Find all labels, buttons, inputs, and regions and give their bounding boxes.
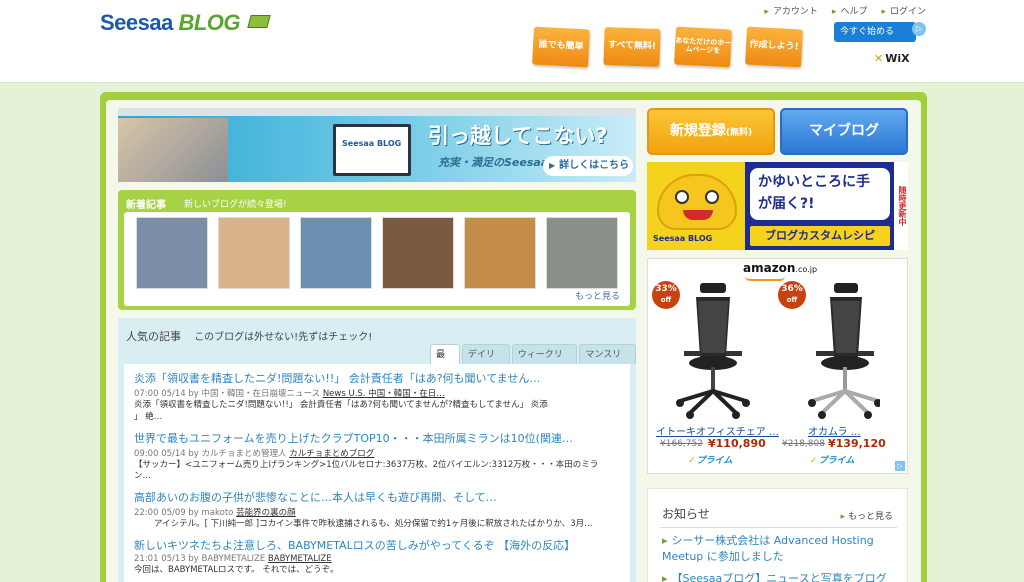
bamboo-thumb[interactable]	[382, 217, 454, 289]
popular-tabs: 最新 デイリー ウィークリー マンスリー	[430, 344, 636, 380]
popular-header: 人気の記事 このブログは外せない!先ずはチェック!	[126, 328, 372, 344]
custom-banner-brand: Seesaa BLOG	[653, 234, 713, 243]
tab-latest[interactable]: 最新	[430, 344, 460, 380]
login-link[interactable]: ログイン	[881, 4, 926, 17]
product-name[interactable]: イトーキオフィスチェア …	[656, 423, 779, 438]
article-excerpt: アイシテル。[ 下川純一郎 ]コカイン事件で昨秋逮捕されるも、処分保留で約1ヶ月…	[154, 519, 593, 530]
amazon-smile-icon	[745, 276, 785, 281]
news-item[interactable]: シーサー株式会社は Advanced Hosting Meetup に参加しまし…	[662, 533, 897, 565]
article-meta: 21:01 05/13 by BABYMETALIZE BABYMETALIZE	[134, 554, 332, 565]
building-thumb[interactable]	[546, 217, 618, 289]
adchoices-icon[interactable]: ▷	[895, 461, 905, 471]
new-articles-box: 新着記事 新しいブログが続々登場! もっと見る	[118, 190, 636, 310]
new-articles-thumbs: もっと見る	[124, 212, 630, 306]
custom-recipe-banner[interactable]: Seesaa BLOG かゆいところに手が届く?! ブログカスタムレシピ 随時更…	[647, 162, 908, 250]
popular-title: 人気の記事	[126, 330, 181, 343]
product-old-price: ¥218,808	[782, 439, 825, 449]
news-item[interactable]: 【Seesaaブログ】ニュースと写真をブログに引	[662, 571, 897, 582]
article-excerpt: 炎添「領収書を精査したニダ!問題ない!!」 会計責任者「はあ?何も聞いてませんが…	[134, 400, 548, 410]
ad-info-icon[interactable]: ▷	[912, 22, 926, 36]
custom-banner-bubble: かゆいところに手が届く?!	[750, 168, 890, 220]
popular-articles-box: 人気の記事 このブログは外せない!先ずはチェック! 最新 デイリー ウィークリー…	[118, 318, 636, 582]
jeans-thumb[interactable]	[136, 217, 208, 289]
news-more-link[interactable]: もっと見る	[840, 509, 893, 522]
article-meta: 09:00 05/14 by カルチョまとめ管理人 カルチョまとめブログ	[134, 448, 375, 459]
product-new-price: ¥139,120	[828, 437, 886, 450]
product-old-price: ¥166,752	[660, 439, 703, 449]
list-item: 新しいキツネたちよ注意しろ、BABYMETALロスの苦しみがやってくるぞ 【海外…	[134, 537, 620, 577]
amazon-logo: amazon.co.jp	[743, 261, 818, 275]
tab-daily[interactable]: デイリー	[461, 344, 510, 380]
news-title: お知らせ	[662, 507, 710, 521]
monitor-image: Seesaa BLOG	[333, 124, 411, 176]
promo-create[interactable]: 作成しよう!	[745, 26, 803, 68]
article-title[interactable]: 炎添「領収書を精査したニダ!問題ない!!」 会計責任者「はあ?何も聞いてません…	[134, 370, 620, 386]
prime-badge: プライム	[810, 453, 855, 466]
amazon-ad[interactable]: amazon.co.jp 33% off イトーキオフィスチェア … ¥166,7…	[647, 258, 908, 474]
article-excerpt-cont: 」 絶…	[134, 411, 163, 422]
promo-free[interactable]: すべて無料!	[603, 27, 661, 67]
list-item: 世界で最もユニフォームを売り上げたクラブTOP10・・・本田所属ミランは10位(…	[134, 430, 620, 484]
fish-thumb[interactable]	[300, 217, 372, 289]
article-blog-link[interactable]: 芸能界の裏の顔	[236, 508, 296, 518]
divider	[660, 527, 897, 528]
new-articles-more-link[interactable]: もっと見る	[575, 289, 620, 302]
article-title[interactable]: 新しいキツネたちよ注意しろ、BABYMETALロスの苦しみがやってくるぞ 【海外…	[134, 537, 620, 553]
office-chair-image[interactable]	[800, 281, 880, 419]
wix-start-button[interactable]: 今すぐ始める	[834, 22, 916, 42]
tab-monthly[interactable]: マンスリー	[579, 344, 636, 380]
article-meta: 22:00 05/09 by makoto 芸能界の裏の顔	[134, 508, 296, 519]
new-articles-tagline: 新しいブログが続々登場!	[184, 200, 287, 210]
wix-ad[interactable]: 今すぐ始める ▷ WiX	[834, 22, 926, 66]
article-list: 炎添「領収書を精査したニダ!問題ない!!」 会計責任者「はあ?何も聞いてません……	[124, 364, 630, 582]
top-links: アカウント ヘルプ ログイン	[764, 4, 926, 17]
article-blog-link[interactable]: BABYMETALIZE	[268, 554, 332, 564]
tab-weekly[interactable]: ウィークリー	[511, 344, 578, 380]
banner-headline: 引っ越してこない?	[428, 124, 608, 148]
article-excerpt: 今回は、BABYMETALロスです。 それでは、どうぞ。	[134, 565, 339, 576]
article-excerpt-cont: ン…	[134, 471, 152, 482]
register-button[interactable]: 新規登録(無料)	[647, 108, 775, 155]
office-chair-image[interactable]	[670, 281, 750, 419]
book-icon	[246, 15, 271, 28]
seesaa-blog-logo[interactable]: Seesaa BLOG	[100, 10, 271, 36]
article-meta: 07:00 05/14 by 中国・韓国・在日崩壊ニュース News U.S. …	[134, 389, 445, 399]
list-item: 炎添「領収書を精査したニダ!問題ない!!」 会計責任者「はあ?何も聞いてません……	[134, 370, 620, 424]
meal-thumb[interactable]	[464, 217, 536, 289]
prime-badge: プライム	[688, 453, 733, 466]
paper-roll-image	[118, 118, 228, 182]
banner-more-button[interactable]: 詳しくはこちら	[543, 156, 633, 176]
article-title[interactable]: 世界で最もユニフォームを売り上げたクラブTOP10・・・本田所属ミランは10位(…	[134, 430, 620, 446]
account-link[interactable]: アカウント	[764, 4, 818, 17]
site-header: Seesaa BLOG アカウント ヘルプ ログイン 誰でも簡単 すべて無料! …	[0, 0, 1024, 82]
promo-homepage[interactable]: あなただけのホームページを	[674, 26, 732, 68]
article-title[interactable]: 高部あいのお腹の子供が悲惨なことに…本人は早くも遊び再開、そして…	[134, 489, 620, 505]
popular-tagline: このブログは外せない!先ずはチェック!	[194, 332, 373, 343]
article-excerpt: 【サッカー】<ユニフォーム売り上げランキング>1位バルセロナ:3637万枚、2位…	[134, 459, 599, 470]
product-name[interactable]: オカムラ …	[808, 423, 861, 438]
new-articles-title: 新着記事	[126, 200, 166, 211]
promo-easy[interactable]: 誰でも簡単	[532, 26, 590, 68]
custom-banner-recipe: ブログカスタムレシピ	[750, 226, 890, 246]
product-new-price: ¥110,890	[708, 437, 766, 450]
help-link[interactable]: ヘルプ	[832, 4, 867, 17]
monitor-brand: Seesaa BLOG	[342, 139, 402, 148]
article-blog-link[interactable]: カルチョまとめブログ	[289, 449, 374, 459]
custom-banner-vertical: 随時更新中	[894, 162, 908, 250]
my-blog-button[interactable]: マイブログ	[780, 108, 908, 155]
list-item: 高部あいのお腹の子供が悲惨なことに…本人は早くも遊び再開、そして… 22:00 …	[134, 489, 620, 531]
banner-strip	[118, 108, 636, 116]
food-bowl-thumb[interactable]	[218, 217, 290, 289]
news-box: お知らせ もっと見る シーサー株式会社は Advanced Hosting Me…	[647, 488, 908, 582]
article-blog-link[interactable]: News U.S. 中国・韓国・在日…	[323, 389, 445, 399]
wix-logo: WiX	[874, 52, 909, 65]
